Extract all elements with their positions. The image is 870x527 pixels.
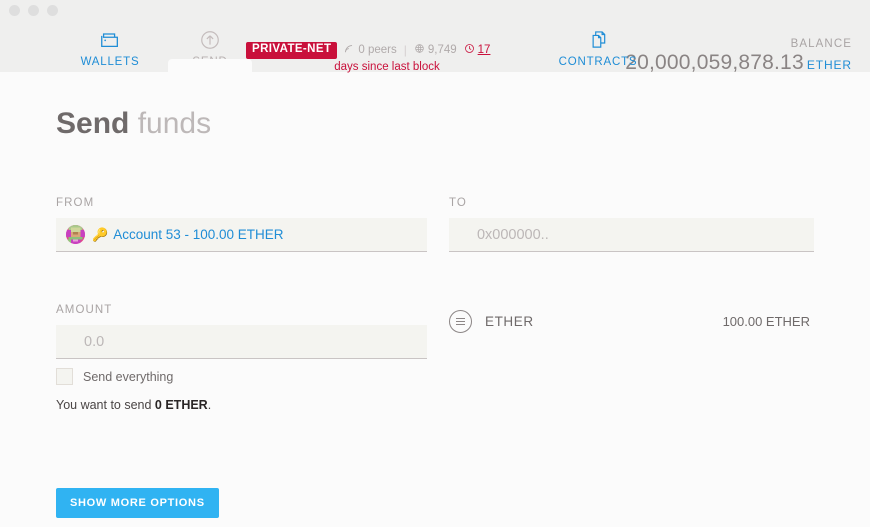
window-maximize-button[interactable] [47, 4, 58, 16]
key-icon: 🔑 [92, 227, 109, 242]
window-minimize-button[interactable] [28, 4, 39, 16]
amount-block: AMOUNT 0.0 Send everything You want to s… [56, 304, 427, 412]
clock-icon [464, 43, 475, 57]
send-arrow-icon [160, 28, 260, 52]
form-right-column: TO 0x000000.. ETHER 100.00 ETHER [448, 197, 814, 412]
send-everything-row[interactable]: Send everything [56, 368, 427, 385]
show-more-options-button[interactable]: SHOW MORE OPTIONS [56, 488, 219, 518]
status-divider: | [403, 43, 407, 58]
form-left-column: FROM 🔑 Account 53 - 100.00 ETHER AMOUNT … [56, 197, 427, 412]
amount-label: AMOUNT [56, 304, 113, 316]
documents-icon [548, 28, 648, 52]
network-badge: PRIVATE-NET [246, 42, 338, 59]
nav-tab-wallets-label: WALLETS [80, 56, 140, 68]
balance-unit: ETHER [806, 58, 852, 72]
peer-count-value: 0 peers [358, 44, 397, 57]
signal-icon [344, 43, 355, 57]
nav-tab-contracts[interactable]: CONTRACTS [548, 22, 648, 68]
balance-box: BALANCE 20,000,059,878.13 ETHER [625, 38, 852, 75]
token-row-ether[interactable]: ETHER 100.00 ETHER [448, 310, 814, 333]
page-title: Send funds [56, 72, 814, 141]
from-account-select[interactable]: 🔑 Account 53 - 100.00 ETHER [56, 218, 427, 252]
send-form: FROM 🔑 Account 53 - 100.00 ETHER AMOUNT … [56, 197, 814, 412]
last-block-days: 17 [477, 44, 491, 57]
to-label: TO [448, 197, 467, 209]
send-everything-label: Send everything [83, 369, 174, 384]
block-cube-icon [414, 43, 425, 57]
last-block-time[interactable]: 17 [464, 43, 491, 57]
from-account-text: Account 53 - 100.00 ETHER [113, 227, 284, 242]
send-summary-amount: 0 ETHER [154, 398, 208, 412]
top-navigation-bar: WALLETS SEND CONTRACTS PRIVATE-NET 0 pee… [0, 20, 870, 81]
window-titlebar [0, 0, 870, 20]
nav-tab-send[interactable]: SEND [160, 22, 260, 81]
page-content: Send funds FROM 🔑 Account 53 - 100.00 ET… [0, 72, 870, 527]
nav-tab-send-label: SEND [192, 56, 228, 68]
to-address-placeholder: 0x000000.. [476, 226, 549, 243]
nav-tab-wallets[interactable]: WALLETS [60, 22, 160, 68]
send-summary-prefix: You want to send [56, 398, 155, 412]
page-title-strong: Send [56, 107, 130, 140]
page-title-light: funds [129, 107, 212, 140]
block-number-value: 9,749 [427, 44, 457, 57]
ether-token-icon [448, 310, 472, 333]
amount-input-placeholder: 0.0 [84, 333, 105, 350]
to-address-input-wrapper[interactable]: 0x000000.. [448, 218, 814, 252]
last-block-subtitle: days since last block [334, 60, 440, 73]
network-status: PRIVATE-NET 0 peers | 9,749 17 days sinc… [246, 42, 492, 73]
wallet-icon [60, 28, 160, 52]
balance-amount: 20,000,059,878.13 [625, 51, 804, 74]
token-amount: 100.00 ETHER [722, 314, 810, 329]
token-name: ETHER [484, 314, 534, 329]
window-close-button[interactable] [9, 4, 20, 16]
from-label: FROM [56, 197, 95, 209]
block-number[interactable]: 9,749 [414, 43, 457, 57]
send-summary: You want to send 0 ETHER. [56, 398, 427, 412]
peer-count[interactable]: 0 peers [344, 43, 397, 57]
account-identicon [66, 225, 85, 244]
nav-tab-contracts-label: CONTRACTS [558, 56, 638, 68]
balance-label: BALANCE [790, 38, 852, 50]
send-everything-checkbox[interactable] [56, 368, 73, 385]
send-summary-suffix: . [207, 398, 212, 412]
amount-input-wrapper[interactable]: 0.0 [56, 325, 427, 359]
